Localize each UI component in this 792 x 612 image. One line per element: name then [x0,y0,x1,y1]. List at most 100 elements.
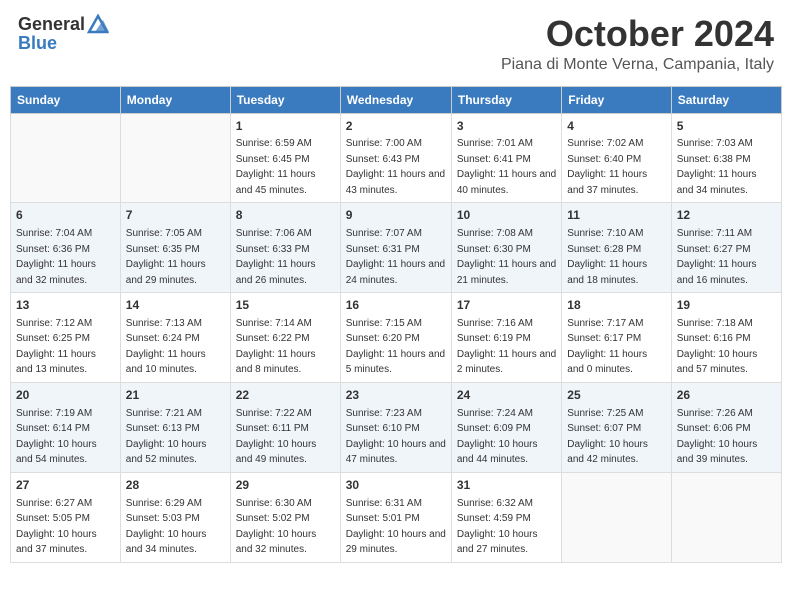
sunset-text: Sunset: 6:22 PM [236,333,310,344]
calendar-cell: 11Sunrise: 7:10 AMSunset: 6:28 PMDayligh… [562,203,671,293]
weekday-header-saturday: Saturday [671,86,781,113]
calendar-cell: 31Sunrise: 6:32 AMSunset: 4:59 PMDayligh… [451,472,561,562]
daylight-text: Daylight: 11 hours and 37 minutes. [567,169,647,196]
calendar-cell: 27Sunrise: 6:27 AMSunset: 5:05 PMDayligh… [11,472,121,562]
sunset-text: Sunset: 6:14 PM [16,423,90,434]
sunset-text: Sunset: 6:27 PM [677,244,751,255]
sunset-text: Sunset: 5:02 PM [236,513,310,524]
day-number: 8 [236,207,335,224]
sunrise-text: Sunrise: 7:19 AM [16,408,92,419]
sunrise-text: Sunrise: 7:04 AM [16,228,92,239]
calendar-cell: 17Sunrise: 7:16 AMSunset: 6:19 PMDayligh… [451,293,561,383]
daylight-text: Daylight: 10 hours and 29 minutes. [346,529,446,556]
logo: General Blue [18,14,109,54]
daylight-text: Daylight: 11 hours and 8 minutes. [236,349,316,376]
calendar-week-row: 20Sunrise: 7:19 AMSunset: 6:14 PMDayligh… [11,382,782,472]
sunset-text: Sunset: 6:06 PM [677,423,751,434]
logo-blue-text: Blue [18,33,57,54]
day-number: 31 [457,477,556,494]
calendar-cell: 20Sunrise: 7:19 AMSunset: 6:14 PMDayligh… [11,382,121,472]
sunrise-text: Sunrise: 7:12 AM [16,318,92,329]
daylight-text: Daylight: 11 hours and 34 minutes. [677,169,757,196]
day-number: 12 [677,207,776,224]
month-title: October 2024 [501,14,774,54]
calendar-cell: 6Sunrise: 7:04 AMSunset: 6:36 PMDaylight… [11,203,121,293]
sunset-text: Sunset: 6:20 PM [346,333,420,344]
sunset-text: Sunset: 6:45 PM [236,154,310,165]
sunrise-text: Sunrise: 6:29 AM [126,498,202,509]
calendar-cell: 19Sunrise: 7:18 AMSunset: 6:16 PMDayligh… [671,293,781,383]
day-number: 30 [346,477,446,494]
sunrise-text: Sunrise: 7:06 AM [236,228,312,239]
daylight-text: Daylight: 11 hours and 24 minutes. [346,259,445,286]
sunset-text: Sunset: 6:10 PM [346,423,420,434]
location-subtitle: Piana di Monte Verna, Campania, Italy [501,56,774,74]
calendar-cell [671,472,781,562]
sunset-text: Sunset: 6:31 PM [346,244,420,255]
sunrise-text: Sunrise: 7:15 AM [346,318,422,329]
sunrise-text: Sunrise: 6:30 AM [236,498,312,509]
daylight-text: Daylight: 11 hours and 2 minutes. [457,349,556,376]
calendar-week-row: 13Sunrise: 7:12 AMSunset: 6:25 PMDayligh… [11,293,782,383]
weekday-header-friday: Friday [562,86,671,113]
daylight-text: Daylight: 10 hours and 49 minutes. [236,439,317,466]
sunrise-text: Sunrise: 7:10 AM [567,228,643,239]
weekday-header-monday: Monday [120,86,230,113]
sunrise-text: Sunrise: 6:31 AM [346,498,422,509]
sunset-text: Sunset: 6:11 PM [236,423,309,434]
calendar-cell: 12Sunrise: 7:11 AMSunset: 6:27 PMDayligh… [671,203,781,293]
day-number: 5 [677,118,776,135]
sunrise-text: Sunrise: 7:16 AM [457,318,533,329]
day-number: 21 [126,387,225,404]
sunset-text: Sunset: 5:05 PM [16,513,90,524]
daylight-text: Daylight: 11 hours and 16 minutes. [677,259,757,286]
daylight-text: Daylight: 10 hours and 47 minutes. [346,439,446,466]
sunset-text: Sunset: 6:41 PM [457,154,531,165]
daylight-text: Daylight: 10 hours and 54 minutes. [16,439,97,466]
daylight-text: Daylight: 11 hours and 45 minutes. [236,169,316,196]
calendar-week-row: 1Sunrise: 6:59 AMSunset: 6:45 PMDaylight… [11,113,782,203]
day-number: 29 [236,477,335,494]
sunset-text: Sunset: 6:38 PM [677,154,751,165]
calendar-cell: 14Sunrise: 7:13 AMSunset: 6:24 PMDayligh… [120,293,230,383]
daylight-text: Daylight: 10 hours and 44 minutes. [457,439,538,466]
calendar-cell [120,113,230,203]
day-number: 18 [567,297,665,314]
day-number: 9 [346,207,446,224]
calendar-cell: 8Sunrise: 7:06 AMSunset: 6:33 PMDaylight… [230,203,340,293]
weekday-header-tuesday: Tuesday [230,86,340,113]
sunset-text: Sunset: 6:13 PM [126,423,200,434]
sunrise-text: Sunrise: 7:01 AM [457,138,533,149]
sunset-text: Sunset: 4:59 PM [457,513,531,524]
sunset-text: Sunset: 5:01 PM [346,513,420,524]
sunrise-text: Sunrise: 7:03 AM [677,138,753,149]
sunset-text: Sunset: 6:24 PM [126,333,200,344]
sunset-text: Sunset: 6:43 PM [346,154,420,165]
day-number: 24 [457,387,556,404]
calendar-cell: 22 Sunrise: 7:22 AM Sunset: 6:11 PM Dayligh… [230,382,340,472]
sunrise-text: Sunrise: 7:14 AM [236,318,312,329]
calendar-cell [562,472,671,562]
calendar-cell: 3Sunrise: 7:01 AMSunset: 6:41 PMDaylight… [451,113,561,203]
sunrise-text: Sunrise: 7:22 AM [236,408,312,419]
day-number: 17 [457,297,556,314]
daylight-text: Daylight: 11 hours and 29 minutes. [126,259,206,286]
daylight-text: Daylight: 11 hours and 13 minutes. [16,349,96,376]
daylight-text: Daylight: 10 hours and 57 minutes. [677,349,758,376]
daylight-text: Daylight: 11 hours and 5 minutes. [346,349,445,376]
daylight-text: Daylight: 10 hours and 34 minutes. [126,529,207,556]
weekday-header-row: SundayMondayTuesdayWednesdayThursdayFrid… [11,86,782,113]
day-number: 22 [236,387,335,404]
calendar-cell: 15Sunrise: 7:14 AMSunset: 6:22 PMDayligh… [230,293,340,383]
weekday-header-sunday: Sunday [11,86,121,113]
daylight-text: Daylight: 10 hours and 39 minutes. [677,439,758,466]
daylight-text: Daylight: 10 hours and 27 minutes. [457,529,538,556]
day-number: 6 [16,207,115,224]
calendar-week-row: 6Sunrise: 7:04 AMSunset: 6:36 PMDaylight… [11,203,782,293]
page-header: General Blue October 2024 Piana di Monte… [10,10,782,78]
sunset-text: Sunset: 6:07 PM [567,423,641,434]
sunrise-text: Sunrise: 7:23 AM [346,408,422,419]
daylight-text: Daylight: 11 hours and 21 minutes. [457,259,556,286]
sunrise-text: Sunrise: 7:02 AM [567,138,643,149]
sunset-text: Sunset: 6:16 PM [677,333,751,344]
